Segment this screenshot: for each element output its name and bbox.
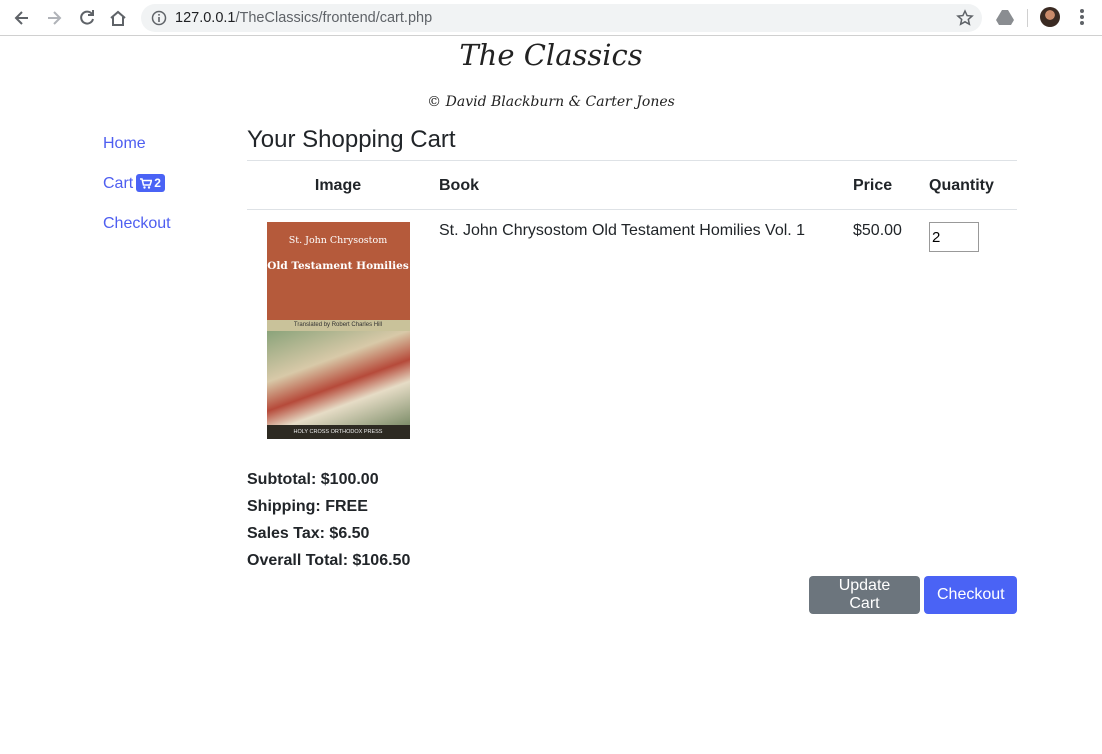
cover-title: Old Testament Homilies xyxy=(267,260,409,272)
site-info-icon[interactable] xyxy=(151,10,167,26)
sidebar-item-checkout[interactable]: Checkout xyxy=(103,214,171,254)
browser-toolbar: 127.0.0.1/TheClassics/frontend/cart.php xyxy=(0,0,1102,36)
table-header-row: Image Book Price Quantity xyxy=(247,160,1017,210)
site-title: The Classics xyxy=(459,38,643,72)
table-row: St. John Chrysostom Old Testament Homili… xyxy=(247,210,1017,457)
overall-total: Overall Total: $106.50 xyxy=(247,552,411,569)
cart-count: 2 xyxy=(154,176,161,190)
site-credit: © David Blackburn & Carter Jones xyxy=(427,94,675,110)
toolbar-divider xyxy=(1027,9,1028,27)
sidebar-item-label: Cart xyxy=(103,175,134,192)
url-host: 127.0.0.1 xyxy=(175,10,236,26)
book-cover-image[interactable]: St. John Chrysostom Old Testament Homili… xyxy=(266,222,410,439)
browser-menu-icon[interactable] xyxy=(1078,9,1086,27)
url-path: /TheClassics/frontend/cart.php xyxy=(235,10,433,26)
cover-translator: Translated by Robert Charles Hill xyxy=(266,320,410,331)
cart-section: Your Shopping Cart Image Book Price Quan… xyxy=(247,124,1017,574)
bookmark-star-icon[interactable] xyxy=(956,9,974,27)
order-totals: Subtotal: $100.00 Shipping: FREE Sales T… xyxy=(247,466,1017,574)
sidebar-nav: Home Cart 2 Checkout xyxy=(103,134,171,254)
forward-arrow-icon[interactable] xyxy=(44,8,64,28)
drive-extension-icon[interactable] xyxy=(996,9,1014,25)
back-arrow-icon[interactable] xyxy=(12,8,32,28)
column-header-quantity: Quantity xyxy=(919,160,1017,210)
cover-author: St. John Chrysostom xyxy=(288,235,388,246)
sidebar-item-cart[interactable]: Cart 2 xyxy=(103,174,171,214)
book-title: St. John Chrysostom Old Testament Homili… xyxy=(439,222,806,239)
profile-avatar[interactable] xyxy=(1040,7,1060,27)
sidebar-item-label: Home xyxy=(103,135,146,152)
sales-tax: Sales Tax: $6.50 xyxy=(247,525,370,542)
column-header-price: Price xyxy=(843,160,919,210)
update-cart-button[interactable]: Update Cart xyxy=(809,576,920,614)
column-header-book: Book xyxy=(429,160,843,210)
shipping: Shipping: FREE xyxy=(247,498,368,515)
page-title: Your Shopping Cart xyxy=(247,126,456,153)
cart-count-badge: 2 xyxy=(136,174,165,192)
cover-publisher: HOLY CROSS ORTHODOX PRESS xyxy=(266,425,410,439)
sidebar-item-label: Checkout xyxy=(103,215,171,232)
url-text: 127.0.0.1/TheClassics/frontend/cart.php xyxy=(175,10,432,26)
sidebar-item-home[interactable]: Home xyxy=(103,134,171,174)
quantity-cell xyxy=(919,210,1017,457)
book-image-cell: St. John Chrysostom Old Testament Homili… xyxy=(247,210,429,457)
shopping-cart-icon xyxy=(140,178,153,189)
address-bar[interactable]: 127.0.0.1/TheClassics/frontend/cart.php xyxy=(141,4,982,32)
subtotal: Subtotal: $100.00 xyxy=(247,471,379,488)
reload-icon[interactable] xyxy=(77,8,97,28)
column-header-image: Image xyxy=(247,160,429,210)
cover-artwork xyxy=(266,331,410,425)
cart-table: Image Book Price Quantity St. John Chrys… xyxy=(247,160,1017,456)
quantity-input[interactable] xyxy=(929,222,979,252)
home-icon[interactable] xyxy=(108,8,128,28)
checkout-button[interactable]: Checkout xyxy=(924,576,1017,614)
book-price: $50.00 xyxy=(853,222,902,239)
